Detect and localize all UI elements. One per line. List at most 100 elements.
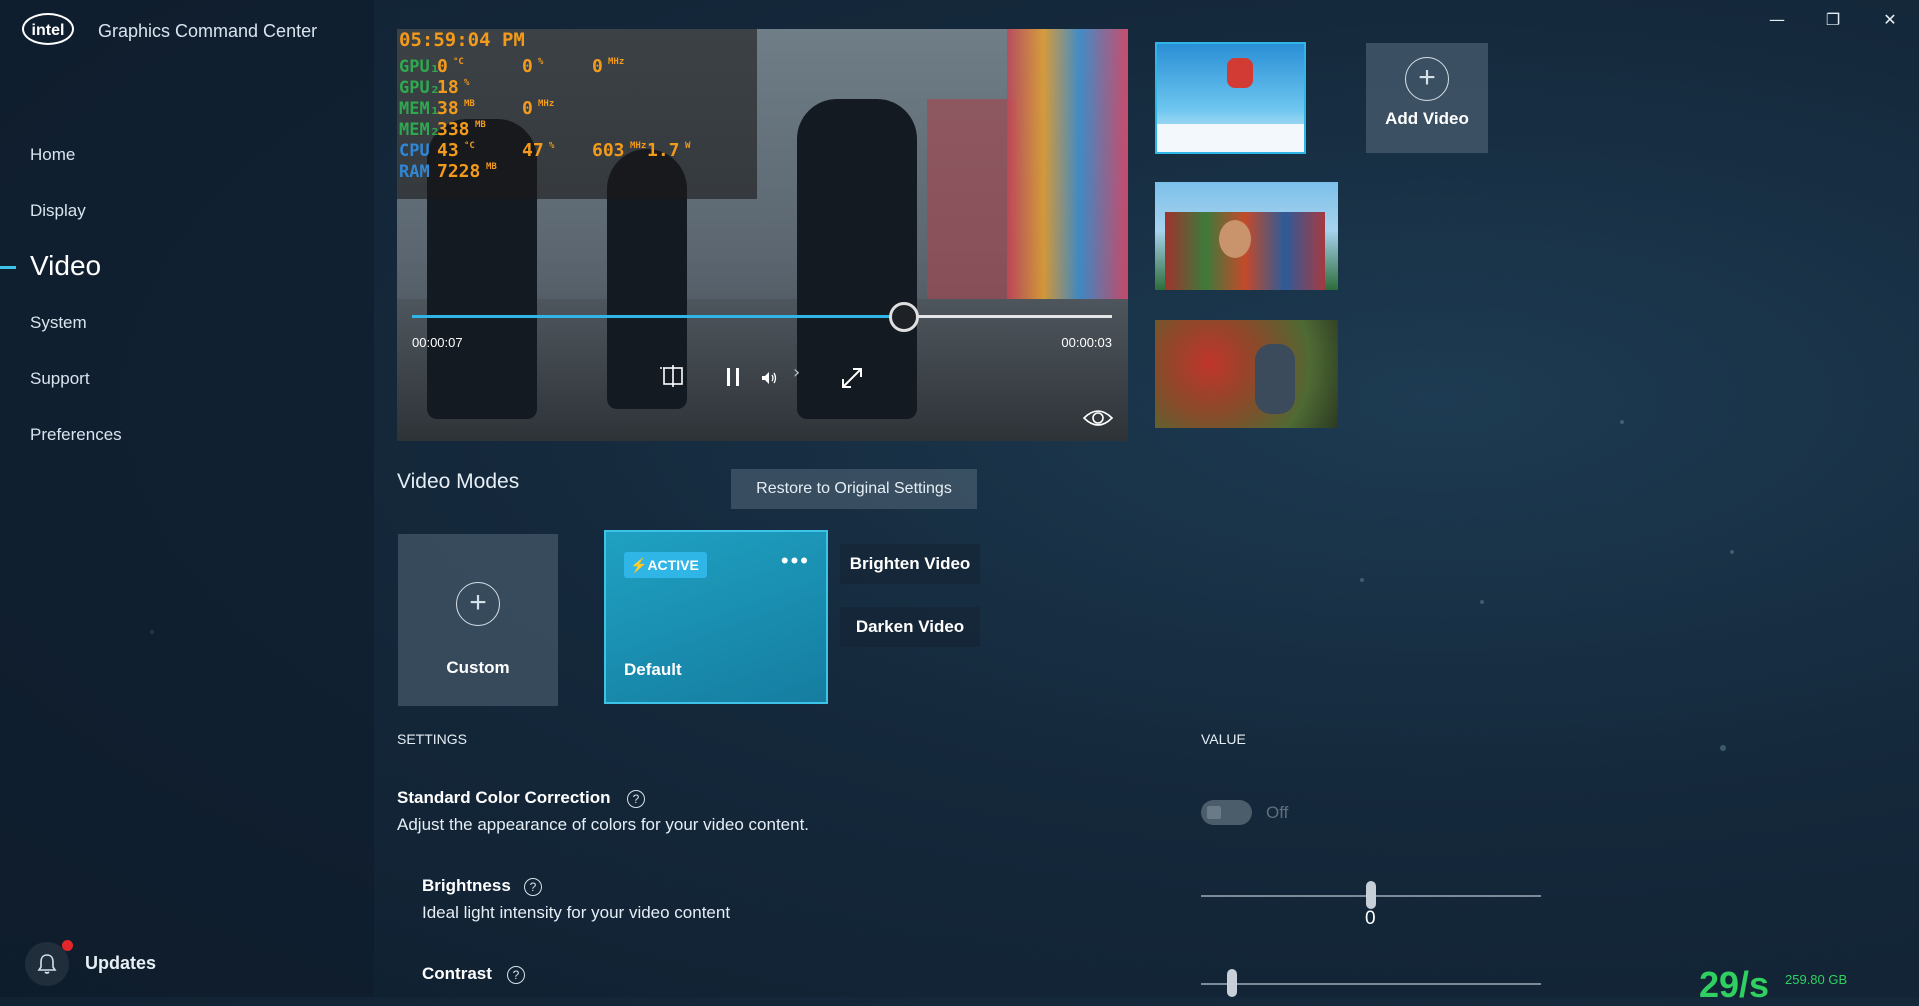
- overlay-value: 47: [522, 140, 544, 161]
- default-mode-label: Default: [624, 660, 682, 679]
- overlay-unit: MB: [486, 162, 497, 172]
- overlay-value: 0: [592, 56, 603, 77]
- contrast-slider[interactable]: [1201, 969, 1541, 997]
- plus-icon: +: [1405, 57, 1449, 101]
- chevron-right-icon[interactable]: ›: [793, 362, 800, 383]
- pause-icon[interactable]: [725, 366, 741, 392]
- plus-icon: +: [456, 582, 500, 626]
- more-options-icon[interactable]: •••: [781, 548, 810, 574]
- overlay-row-label: RAM: [399, 162, 430, 182]
- eye-icon[interactable]: [1082, 408, 1114, 433]
- overlay-value: 603: [592, 140, 625, 161]
- overlay-row-label: MEM₁: [399, 99, 440, 119]
- brightness-value: 0: [1365, 908, 1376, 929]
- notification-dot: [62, 940, 73, 951]
- nav-item-display[interactable]: Display: [30, 201, 86, 221]
- nav-item-video[interactable]: Video: [30, 250, 101, 282]
- overlay-row-label: MEM₂: [399, 120, 440, 140]
- network-speed: 29/s: [1699, 964, 1770, 1005]
- overlay-unit: MB: [475, 120, 486, 130]
- seek-bar-handle[interactable]: [889, 302, 919, 332]
- brightness-description: Ideal light intensity for your video con…: [422, 903, 731, 922]
- overlay-value: 7228: [437, 161, 481, 182]
- color-correction-toggle[interactable]: [1201, 800, 1252, 825]
- active-badge: ⚡ACTIVE: [624, 552, 707, 578]
- seek-bar[interactable]: [412, 302, 1112, 332]
- fullscreen-icon[interactable]: [840, 366, 864, 394]
- bell-icon: [37, 954, 57, 974]
- overlay-unit: MHz: [608, 57, 625, 67]
- updates-label[interactable]: Updates: [85, 953, 156, 974]
- contrast-title: Contrast: [422, 964, 492, 983]
- overlay-unit: W: [685, 141, 691, 151]
- lightning-icon: ⚡: [630, 557, 648, 573]
- app-title: Graphics Command Center: [98, 21, 318, 41]
- darken-video-preset[interactable]: Darken Video: [840, 607, 980, 647]
- market-thumbnail[interactable]: [1155, 320, 1338, 428]
- active-badge-label: ACTIVE: [647, 557, 699, 573]
- intel-logo: intel: [22, 13, 74, 45]
- overlay-unit: MHz: [538, 99, 555, 109]
- add-video-label: Add Video: [1385, 109, 1469, 128]
- help-icon[interactable]: ?: [627, 790, 645, 808]
- nav-item-home[interactable]: Home: [30, 145, 75, 165]
- add-video-button[interactable]: + Add Video: [1366, 43, 1488, 153]
- brighten-video-preset[interactable]: Brighten Video: [840, 544, 980, 584]
- nav-item-support[interactable]: Support: [30, 369, 90, 389]
- minimize-button[interactable]: —: [1757, 8, 1797, 32]
- nav-item-system[interactable]: System: [30, 313, 87, 333]
- overlay-row-label: GPU₂: [399, 78, 440, 98]
- overlay-value: 18: [437, 77, 459, 98]
- nav-active-indicator: [0, 266, 16, 269]
- restore-button[interactable]: ❐: [1813, 8, 1853, 32]
- disk-usage: 259.80 GB: [1785, 972, 1848, 987]
- overlay-row-label: GPU₁: [399, 57, 440, 77]
- snow-slope: [1157, 124, 1304, 152]
- overlay-value: 0: [522, 98, 533, 119]
- overlay-value: 38: [437, 98, 459, 119]
- brightness-slider-handle[interactable]: [1366, 881, 1376, 909]
- help-icon[interactable]: ?: [524, 878, 542, 896]
- value-column-header: VALUE: [1201, 731, 1246, 747]
- toggle-knob: [1207, 806, 1221, 819]
- color-correction-state: Off: [1266, 803, 1289, 822]
- volume-icon[interactable]: [761, 370, 779, 389]
- vendor-figure: [1255, 344, 1295, 414]
- sidebar: intel Graphics Command Center Home Displ…: [0, 0, 374, 997]
- help-icon[interactable]: ?: [507, 966, 525, 984]
- seek-bar-progress: [412, 315, 902, 318]
- custom-mode-card[interactable]: + Custom: [398, 534, 558, 706]
- background-star: [1480, 600, 1484, 604]
- overlay-clock: 05:59:04 PM: [399, 29, 525, 51]
- brightness-title: Brightness: [422, 876, 511, 895]
- snowboarder-thumbnail[interactable]: [1155, 42, 1306, 154]
- close-button[interactable]: ✕: [1870, 8, 1910, 32]
- compare-view-icon[interactable]: [660, 365, 686, 391]
- performance-overlay: 05:59:04 PM GPU₁ 0 °C 0% 0 MHz GPU₂ 18% MEM₁ 38 MB…: [397, 29, 757, 199]
- background-star: [1360, 578, 1364, 582]
- custom-mode-label: Custom: [446, 658, 510, 677]
- overlay-value: 43: [437, 140, 459, 161]
- video-player[interactable]: 05:59:04 PM GPU₁ 0 °C 0% 0 MHz GPU₂ 18% MEM₁ 38 MB…: [397, 29, 1128, 441]
- overlay-unit: °C: [453, 57, 464, 67]
- brightness-slider[interactable]: [1201, 881, 1541, 909]
- default-mode-card[interactable]: ⚡ACTIVE ••• Default: [604, 530, 828, 704]
- elapsed-time: 00:00:07: [412, 335, 463, 350]
- nav-item-preferences[interactable]: Preferences: [30, 425, 122, 445]
- overlay-row-label: CPU: [399, 141, 430, 161]
- remaining-time: 00:00:03: [1061, 335, 1112, 350]
- overlay-value: 338: [437, 119, 470, 140]
- overlay-unit: %: [549, 141, 555, 151]
- woman-face: [1219, 220, 1251, 258]
- restore-original-settings-button[interactable]: Restore to Original Settings: [731, 469, 977, 509]
- background-star: [1620, 420, 1624, 424]
- video-modes-title: Video Modes: [397, 470, 520, 493]
- overlay-value: 1.7: [647, 140, 680, 161]
- overlay-unit: %: [464, 78, 470, 88]
- crowd-thumbnail[interactable]: [1155, 182, 1338, 290]
- overlay-unit: MHz: [630, 141, 647, 151]
- video-frame-building: [927, 99, 1017, 299]
- overlay-unit: MB: [464, 99, 475, 109]
- contrast-slider-handle[interactable]: [1226, 969, 1237, 997]
- color-correction-description: Adjust the appearance of colors for your…: [397, 815, 810, 834]
